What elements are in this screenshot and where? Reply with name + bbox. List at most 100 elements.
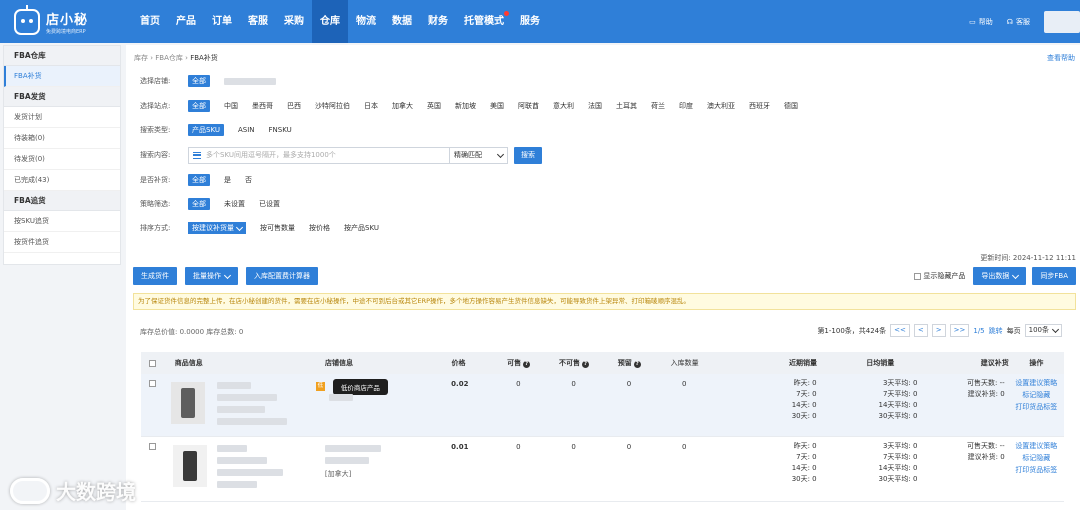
restock-option-yes[interactable]: 是 <box>224 175 231 185</box>
site-option[interactable]: 全部 <box>188 100 210 112</box>
pager-page-input[interactable]: 1/5 <box>973 327 984 335</box>
sellable-days: 可售天数: -- <box>967 442 1005 450</box>
question-icon[interactable]: ? <box>523 361 531 368</box>
mark-hidden-link[interactable]: 标记隐藏 <box>1009 389 1064 401</box>
export-data-button[interactable]: 导出数据 <box>973 267 1027 285</box>
sidebar-item-to-pack[interactable]: 待装箱(0) <box>4 128 120 149</box>
set-strategy-link[interactable]: 设置建议策略 <box>1009 440 1064 452</box>
site-option[interactable]: 巴西 <box>287 101 301 111</box>
nav-home[interactable]: 首页 <box>132 0 168 43</box>
sidebar-item-track-shipment[interactable]: 按货件追货 <box>4 232 120 253</box>
sidebar-item-to-ship[interactable]: 待发货(0) <box>4 149 120 170</box>
pager-last-button[interactable]: >> <box>949 324 970 337</box>
strategy-option-all[interactable]: 全部 <box>188 198 210 210</box>
sidebar-item-shipping-plan[interactable]: 发货计划 <box>4 107 120 128</box>
breadcrumb-inventory[interactable]: 库存 <box>134 54 148 62</box>
user-avatar[interactable] <box>1044 10 1080 33</box>
list-icon[interactable] <box>193 151 201 159</box>
batch-operation-button[interactable]: 批量操作 <box>185 267 238 285</box>
site-option[interactable]: 澳大利亚 <box>707 101 735 111</box>
filter-site: 选择站点: 全部 中国 墨西哥 巴西 沙特阿拉伯 日本 加拿大 英国 新加坡 美… <box>140 99 812 113</box>
nav-warehouse[interactable]: 仓库 <box>312 0 348 43</box>
site-option[interactable]: 日本 <box>364 101 378 111</box>
sort-select[interactable]: 按建议补货量 <box>188 222 246 234</box>
site-option[interactable]: 西班牙 <box>749 101 770 111</box>
site-option[interactable]: 沙特阿拉伯 <box>315 101 350 111</box>
col-reserved[interactable]: 预留? <box>602 358 657 368</box>
nav-data[interactable]: 数据 <box>384 0 420 43</box>
site-option[interactable]: 意大利 <box>553 101 574 111</box>
sidebar-item-completed[interactable]: 已完成(43) <box>4 170 120 191</box>
service-link-top[interactable]: ☊ 客服 <box>1007 17 1030 27</box>
search-type-fnsku[interactable]: FNSKU <box>269 126 292 134</box>
nav-purchase[interactable]: 采购 <box>276 0 312 43</box>
nav-orders[interactable]: 订单 <box>204 0 240 43</box>
per-page-select[interactable]: 100条 <box>1024 324 1062 337</box>
site-option[interactable]: 新加坡 <box>455 101 476 111</box>
view-help-link[interactable]: 查看帮助 <box>1047 53 1075 63</box>
set-strategy-link[interactable]: 设置建议策略 <box>1009 377 1064 389</box>
restock-option-no[interactable]: 否 <box>245 175 252 185</box>
site-option[interactable]: 土耳其 <box>616 101 637 111</box>
print-label-link[interactable]: 打印货品标签 <box>1009 401 1064 413</box>
sort-option-price[interactable]: 按价格 <box>309 223 330 233</box>
site-option[interactable]: 荷兰 <box>651 101 665 111</box>
pager-jump-button[interactable]: 跳转 <box>989 326 1003 336</box>
sku-search-input[interactable]: 多个SKU间用逗号隔开，最多支持1000个 <box>188 146 450 164</box>
site-option[interactable]: 中国 <box>224 101 238 111</box>
site-option[interactable]: 英国 <box>427 101 441 111</box>
col-sellable[interactable]: 可售? <box>491 358 546 368</box>
question-icon[interactable]: ? <box>633 361 641 368</box>
col-shop: 店铺信息 <box>325 359 353 367</box>
nav-service[interactable]: 客服 <box>240 0 276 43</box>
select-all-checkbox[interactable] <box>149 359 157 367</box>
checkbox[interactable] <box>914 272 922 280</box>
col-unsellable[interactable]: 不可售? <box>546 358 601 368</box>
pager-first-button[interactable]: << <box>890 324 910 337</box>
sort-option-sellable[interactable]: 按可售数量 <box>260 223 295 233</box>
nav-hosting[interactable]: 托管模式 <box>456 0 512 43</box>
site-option[interactable]: 墨西哥 <box>252 101 273 111</box>
pager-prev-button[interactable]: < <box>913 324 928 337</box>
row-checkbox[interactable] <box>149 443 157 450</box>
site-option[interactable]: 法国 <box>588 101 602 111</box>
search-button[interactable]: 搜索 <box>514 146 542 164</box>
pager-next-button[interactable]: > <box>931 324 946 337</box>
site-option[interactable]: 加拿大 <box>392 101 413 111</box>
site-option[interactable]: 印度 <box>679 101 693 111</box>
search-type-asin[interactable]: ASIN <box>238 126 255 134</box>
col-price[interactable]: 价格 <box>451 358 491 368</box>
search-type-sku[interactable]: 产品SKU <box>188 124 224 136</box>
match-mode-select[interactable]: 精确匹配 <box>450 146 508 164</box>
restock-option-all[interactable]: 全部 <box>188 174 210 186</box>
create-shipment-button[interactable]: 生成货件 <box>133 267 177 285</box>
nav-finance[interactable]: 财务 <box>420 0 456 43</box>
row-checkbox[interactable] <box>149 380 157 387</box>
nav-services[interactable]: 服务 <box>512 0 548 43</box>
sort-option-sku[interactable]: 按产品SKU <box>344 223 379 233</box>
question-icon[interactable]: ? <box>581 361 589 368</box>
strategy-option-unset[interactable]: 未设置 <box>224 199 245 209</box>
product-thumbnail[interactable] <box>172 445 207 487</box>
site-option[interactable]: 德国 <box>784 101 798 111</box>
sidebar-item-track-sku[interactable]: 按SKU追货 <box>4 211 120 232</box>
shop-option-all[interactable]: 全部 <box>188 75 210 87</box>
mark-hidden-link[interactable]: 标记隐藏 <box>1009 452 1064 464</box>
nav-products[interactable]: 产品 <box>168 0 204 43</box>
fee-calculator-button[interactable]: 入库配置费计算器 <box>246 267 318 285</box>
low-price-tag[interactable]: 低 <box>315 382 325 391</box>
print-label-link[interactable]: 打印货品标签 <box>1009 464 1064 476</box>
daily-avg-7d: 7天平均: 0 <box>882 390 918 398</box>
sidebar-item-fba-restock[interactable]: FBA补货 <box>4 66 120 87</box>
sync-fba-button[interactable]: 同步FBA <box>1032 267 1076 285</box>
strategy-option-set[interactable]: 已设置 <box>259 199 280 209</box>
site-option[interactable]: 美国 <box>490 101 504 111</box>
breadcrumb-fba-warehouse[interactable]: FBA仓库 <box>155 54 183 62</box>
brand-logo[interactable]: 店小秘 免费跨境电商ERP <box>14 4 88 38</box>
nav-logistics[interactable]: 物流 <box>348 0 384 43</box>
product-thumbnail[interactable] <box>170 382 205 424</box>
site-option[interactable]: 阿联酋 <box>518 101 539 111</box>
help-link-top[interactable]: ▭ 帮助 <box>969 17 993 27</box>
shop-name-blurred[interactable] <box>224 77 276 85</box>
show-hidden-checkbox[interactable]: 显示隐藏产品 <box>914 271 965 281</box>
